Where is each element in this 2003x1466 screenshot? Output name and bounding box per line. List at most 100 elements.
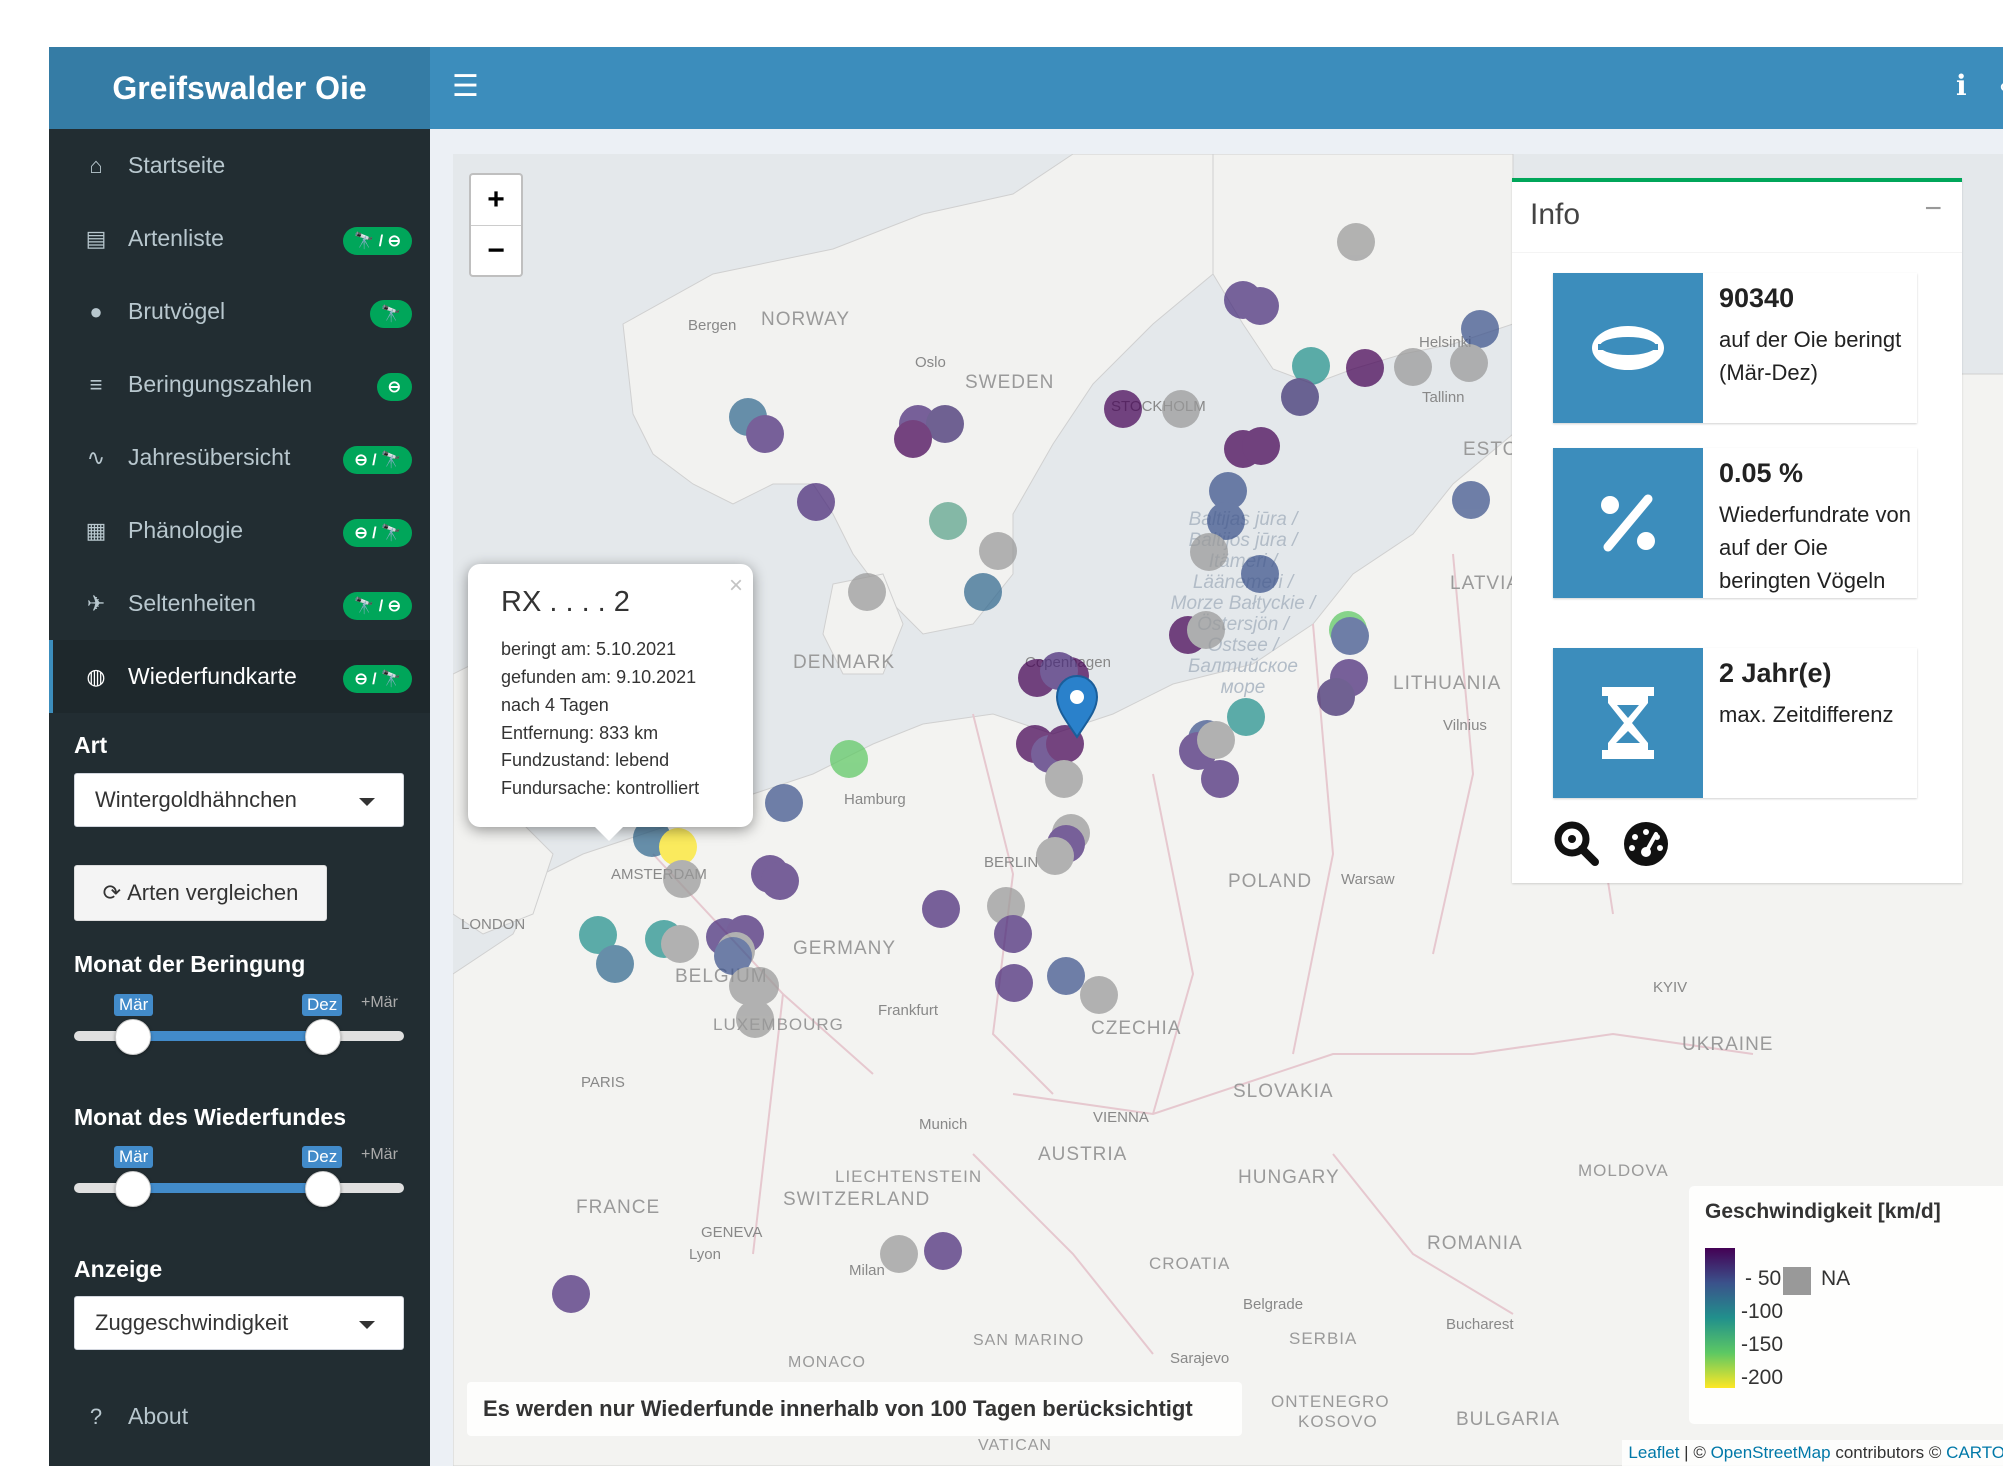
sidebar-item-artenliste[interactable]: ▤ Artenliste 🔭 / ⊖ bbox=[49, 202, 430, 275]
recovery-month-slider[interactable]: Mär Dez +Mär bbox=[49, 1141, 430, 1207]
slider-extra-tag: +Mär bbox=[361, 994, 398, 1011]
slider-handle-from[interactable] bbox=[115, 1171, 151, 1207]
art-select-value: Wintergoldhähnchen bbox=[95, 787, 297, 812]
leaflet-link[interactable]: Leaflet bbox=[1628, 1443, 1679, 1462]
recovery-point bbox=[924, 1232, 962, 1270]
recovery-point bbox=[746, 415, 784, 453]
recovery-point bbox=[1452, 481, 1490, 519]
info-panel-title: Info bbox=[1530, 198, 1581, 231]
art-select[interactable]: Wintergoldhähnchen bbox=[74, 773, 404, 827]
recovery-point bbox=[1450, 344, 1488, 382]
recovery-point bbox=[894, 420, 932, 458]
bird-icon: ✈ bbox=[86, 590, 106, 616]
carto-link[interactable]: CARTO bbox=[1946, 1443, 2003, 1462]
legend-value: -150 bbox=[1741, 1333, 1784, 1356]
display-select-value: Zuggeschwindigkeit bbox=[95, 1310, 289, 1335]
recovery-point bbox=[1197, 721, 1235, 759]
sidebar-item-label: Seltenheiten bbox=[128, 590, 256, 616]
sidebar-item-label: Beringungszahlen bbox=[128, 371, 313, 397]
recovery-point bbox=[1241, 287, 1279, 325]
stat-ringed-count: 90340 auf der Oie beringt (Mär-Dez) bbox=[1553, 273, 1917, 423]
recovery-point bbox=[994, 915, 1032, 953]
bar-chart-icon: ≡ bbox=[89, 371, 103, 397]
info-icon[interactable]: i bbox=[1956, 69, 1967, 102]
line-chart-icon: ∿ bbox=[86, 444, 106, 470]
sidebar-item-label: Artenliste bbox=[128, 225, 224, 251]
collapse-icon[interactable]: − bbox=[1924, 192, 1942, 226]
zoom-in-button[interactable]: + bbox=[471, 175, 521, 226]
sidebar-item-beringungszahlen[interactable]: ≡ Beringungszahlen ⊖ bbox=[49, 348, 430, 421]
slider-handle-to[interactable] bbox=[305, 1171, 341, 1207]
slider-handle-from[interactable] bbox=[115, 1019, 151, 1055]
ringing-month-label: Monat der Beringung bbox=[74, 951, 306, 977]
sidebar-item-startseite[interactable]: ⌂ Startseite bbox=[49, 129, 430, 202]
recovery-point bbox=[765, 784, 803, 822]
sidebar-toggle-icon[interactable]: ☰ bbox=[452, 69, 479, 104]
sidebar-item-phaenologie[interactable]: ▦ Phänologie ⊖ / 🔭 bbox=[49, 494, 430, 567]
recovery-point bbox=[929, 502, 967, 540]
legend-na-label: NA bbox=[1821, 1267, 1851, 1290]
recovery-point bbox=[979, 532, 1017, 570]
sidebar-item-jahresuebersicht[interactable]: ∿ Jahresübersicht ⊖ / 🔭 bbox=[49, 421, 430, 494]
clipboard-icon: ▤ bbox=[85, 225, 107, 251]
recovery-point bbox=[1227, 698, 1265, 736]
recovery-point bbox=[1394, 348, 1432, 386]
slider-track[interactable] bbox=[74, 1019, 404, 1055]
recovery-point bbox=[1187, 611, 1225, 649]
ring-binoculars-badge: ⊖ / 🔭 bbox=[343, 665, 412, 693]
ringing-month-slider[interactable]: Mär Dez +Mär bbox=[49, 989, 430, 1055]
slider-track[interactable] bbox=[74, 1171, 404, 1207]
recovery-point bbox=[880, 1235, 918, 1273]
speedometer-icon[interactable] bbox=[1622, 820, 1670, 868]
display-label: Anzeige bbox=[74, 1256, 163, 1282]
recovery-point bbox=[797, 483, 835, 521]
recovery-point bbox=[964, 573, 1002, 611]
osm-link[interactable]: OpenStreetMap bbox=[1711, 1443, 1831, 1462]
recovery-point bbox=[922, 890, 960, 928]
legend-value-text: 200 bbox=[1748, 1366, 1784, 1389]
home-icon: ⌂ bbox=[89, 152, 103, 178]
recovery-point bbox=[663, 860, 701, 898]
question-icon: ? bbox=[89, 1403, 103, 1429]
sidebar-item-label: Jahresübersicht bbox=[128, 444, 291, 470]
art-label: Art bbox=[74, 732, 108, 758]
legend-value-text: 150 bbox=[1748, 1333, 1784, 1356]
popup-close-button[interactable]: × bbox=[729, 572, 743, 600]
popup-ringed-date: beringt am: 5.10.2021 bbox=[501, 639, 677, 659]
zoom-out-button[interactable]: − bbox=[471, 226, 521, 276]
info-panel: Info − 90340 auf der Oie beringt (Mär-De… bbox=[1512, 178, 1962, 883]
binoculars-badge: 🔭 bbox=[370, 300, 412, 328]
caret-down-icon bbox=[359, 1321, 375, 1329]
top-navbar: ☰ i bbox=[430, 47, 2003, 129]
slider-from-tag: Mär bbox=[114, 994, 154, 1016]
sidebar-item-about[interactable]: ? About bbox=[49, 1380, 430, 1453]
app-title[interactable]: Greifswalder Oie bbox=[49, 47, 430, 129]
sidebar-item-brutvoegel[interactable]: ● Brutvögel 🔭 bbox=[49, 275, 430, 348]
caret-down-icon bbox=[359, 798, 375, 806]
recovery-point bbox=[1281, 378, 1319, 416]
slider-to-tag: Dez bbox=[302, 994, 343, 1016]
stat-max-time-difference: 2 Jahr(e) max. Zeitdifferenz bbox=[1553, 648, 1917, 798]
legend-value: -200 bbox=[1741, 1366, 1784, 1389]
slider-range bbox=[132, 1183, 322, 1193]
popup-title: RX . . . . 2 bbox=[501, 586, 630, 618]
recovery-point bbox=[1201, 760, 1239, 798]
percent-icon bbox=[1553, 448, 1703, 598]
zoom-search-icon[interactable] bbox=[1553, 820, 1601, 868]
attribution-mid: contributors © bbox=[1830, 1443, 1947, 1462]
sidebar-item-label: Wiederfundkarte bbox=[128, 663, 297, 689]
recovery-map[interactable]: NORWAY SWEDEN DENMARK GERMANY POLAND LIT… bbox=[453, 154, 2003, 1466]
recovery-point bbox=[1317, 678, 1355, 716]
compare-species-button[interactable]: ⟳ Arten vergleichen bbox=[74, 865, 327, 921]
ring-badge: ⊖ bbox=[376, 373, 412, 401]
slider-to-tag: Dez bbox=[302, 1146, 343, 1168]
binoculars-ring-badge: 🔭 / ⊖ bbox=[343, 592, 412, 620]
display-select[interactable]: Zuggeschwindigkeit bbox=[74, 1296, 404, 1350]
stat-recovery-rate: 0.05 % Wiederfundrate von auf der Oie be… bbox=[1553, 448, 1917, 598]
globe-icon: ◍ bbox=[86, 663, 106, 689]
popup-days: nach 4 Tagen bbox=[501, 695, 609, 715]
sidebar-item-seltenheiten[interactable]: ✈ Seltenheiten 🔭 / ⊖ bbox=[49, 567, 430, 640]
sidebar-item-wiederfundkarte[interactable]: ◍ Wiederfundkarte ⊖ / 🔭 bbox=[49, 640, 430, 713]
popup-found-date: gefunden am: 9.10.2021 bbox=[501, 667, 697, 687]
slider-handle-to[interactable] bbox=[305, 1019, 341, 1055]
